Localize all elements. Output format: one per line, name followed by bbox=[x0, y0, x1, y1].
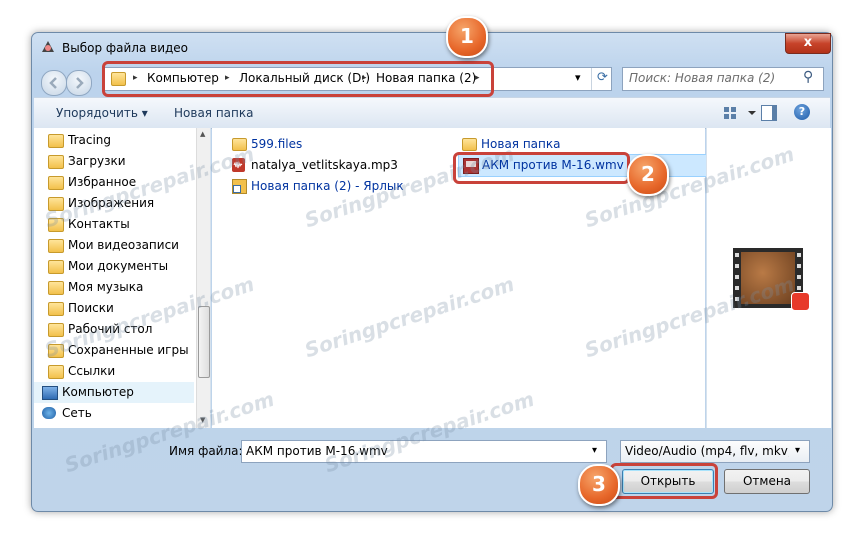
file-item[interactable]: Новая папка (2) - Ярлык bbox=[232, 176, 404, 196]
nav-item[interactable]: Изображения bbox=[34, 193, 194, 214]
file-open-dialog: Выбор файла видео x ▸ Компьютер ▸ Локаль… bbox=[31, 32, 833, 512]
folder-icon bbox=[48, 260, 64, 274]
nav-item[interactable]: Tracing bbox=[34, 130, 194, 151]
folder-icon bbox=[48, 281, 64, 295]
folder-icon bbox=[48, 134, 64, 148]
search-placeholder: Поиск: Новая папка (2) bbox=[629, 71, 776, 85]
nav-item-label: Моя музыка bbox=[68, 280, 144, 294]
filetype-value: Video/Audio (mp4, flv, mkv, m bbox=[625, 444, 789, 458]
refresh-icon[interactable]: ⟳ bbox=[597, 70, 608, 85]
nav-item[interactable]: Контакты bbox=[34, 214, 194, 235]
nav-item[interactable]: Ссылки bbox=[34, 361, 194, 382]
filename-value: АКМ против М-16.wmv bbox=[246, 444, 388, 458]
nav-item-label: Сеть bbox=[62, 406, 92, 420]
close-button[interactable]: x bbox=[785, 33, 831, 54]
toolbar: Упорядочить ▾ Новая папка ? bbox=[34, 97, 830, 129]
network-icon bbox=[42, 407, 56, 419]
nav-item-label: Изображения bbox=[68, 196, 155, 210]
callout-box-address bbox=[102, 61, 494, 97]
folder-icon bbox=[48, 239, 64, 253]
callout-box-open bbox=[610, 463, 718, 499]
nav-item-label: Сохраненные игры bbox=[68, 343, 189, 357]
preview-pane bbox=[706, 128, 831, 428]
nav-item[interactable]: Мои видеозаписи bbox=[34, 235, 194, 256]
folder-icon bbox=[48, 197, 64, 211]
search-box[interactable]: Поиск: Новая папка (2) ⚲ bbox=[622, 67, 824, 91]
audio-file-icon bbox=[232, 158, 245, 172]
callout-badge-2: 2 bbox=[627, 154, 669, 196]
file-name: Новая папка (2) - Ярлык bbox=[251, 179, 404, 193]
video-thumbnail bbox=[733, 248, 810, 311]
nav-item[interactable]: Рабочий стол bbox=[34, 319, 194, 340]
folder-icon bbox=[48, 155, 64, 169]
scroll-up-arrow[interactable]: ▲ bbox=[200, 130, 205, 138]
nav-item-label: Tracing bbox=[68, 133, 112, 147]
nav-item-label: Контакты bbox=[68, 217, 130, 231]
nav-item-label: Мои видеозаписи bbox=[68, 238, 179, 252]
file-name: Новая папка bbox=[481, 137, 561, 151]
nav-item-label: Загрузки bbox=[68, 154, 126, 168]
forward-button[interactable] bbox=[66, 70, 92, 96]
file-name: 599.files bbox=[251, 137, 303, 151]
callout-box-file bbox=[453, 152, 630, 184]
player-badge-icon bbox=[791, 292, 810, 311]
view-options-icon[interactable] bbox=[724, 106, 758, 123]
callout-badge-3: 3 bbox=[578, 464, 620, 506]
callout-badge-1: 1 bbox=[446, 16, 488, 58]
folder-icon bbox=[48, 218, 64, 232]
preview-pane-icon[interactable] bbox=[761, 105, 777, 121]
filetype-dropdown-arrow[interactable]: ▾ bbox=[795, 445, 800, 456]
file-item[interactable]: natalya_vetlitskaya.mp3 bbox=[232, 155, 398, 175]
nav-item-label: Мои документы bbox=[68, 259, 169, 273]
filename-input[interactable]: АКМ против М-16.wmv ▾ bbox=[241, 440, 607, 463]
search-icon[interactable]: ⚲ bbox=[803, 69, 813, 85]
help-icon[interactable]: ? bbox=[794, 104, 810, 120]
app-icon bbox=[40, 39, 56, 55]
nav-item[interactable]: Загрузки bbox=[34, 151, 194, 172]
window-title: Выбор файла видео bbox=[62, 41, 189, 55]
nav-item-label: Компьютер bbox=[62, 385, 134, 399]
folder-icon bbox=[48, 323, 64, 337]
back-button[interactable] bbox=[41, 70, 67, 96]
folder-icon bbox=[48, 302, 64, 316]
organize-button[interactable]: Упорядочить ▾ bbox=[56, 106, 148, 120]
shortcut-icon bbox=[232, 179, 247, 194]
file-item[interactable]: Новая папка bbox=[462, 134, 560, 154]
scroll-thumb[interactable] bbox=[198, 306, 210, 378]
nav-scrollbar[interactable]: ▲ ▼ bbox=[196, 128, 210, 428]
folder-icon bbox=[462, 138, 477, 151]
nav-item-label: Поиски bbox=[68, 301, 114, 315]
new-folder-button[interactable]: Новая папка bbox=[174, 106, 253, 120]
nav-item[interactable]: Сеть bbox=[34, 403, 194, 424]
nav-item-label: Рабочий стол bbox=[68, 322, 153, 336]
nav-item[interactable]: Моя музыка bbox=[34, 277, 194, 298]
computer-icon bbox=[42, 386, 58, 400]
nav-item[interactable]: Сохраненные игры bbox=[34, 340, 194, 361]
folder-icon bbox=[48, 176, 64, 190]
address-divider bbox=[591, 68, 592, 90]
nav-item[interactable]: Компьютер bbox=[34, 382, 194, 403]
scroll-down-arrow[interactable]: ▼ bbox=[200, 416, 205, 424]
nav-item-label: Избранное bbox=[68, 175, 137, 189]
filename-label: Имя файла: bbox=[169, 444, 243, 458]
address-history-dropdown[interactable]: ▾ bbox=[575, 71, 581, 84]
nav-item[interactable]: Избранное bbox=[34, 172, 194, 193]
folder-icon bbox=[48, 365, 64, 379]
file-item[interactable]: 599.files bbox=[232, 134, 302, 154]
filetype-select[interactable]: Video/Audio (mp4, flv, mkv, m ▾ bbox=[620, 440, 810, 463]
folder-icon bbox=[232, 138, 247, 151]
cancel-button[interactable]: Отмена bbox=[724, 469, 810, 494]
navigation-pane: Tracing Загрузки Избранное Изображения Конта… bbox=[34, 128, 211, 428]
nav-item[interactable]: Мои документы bbox=[34, 256, 194, 277]
folder-icon bbox=[48, 344, 64, 358]
nav-item-label: Ссылки bbox=[68, 364, 116, 378]
nav-item[interactable]: Поиски bbox=[34, 298, 194, 319]
filename-dropdown-arrow[interactable]: ▾ bbox=[592, 445, 597, 456]
file-name: natalya_vetlitskaya.mp3 bbox=[251, 158, 398, 172]
